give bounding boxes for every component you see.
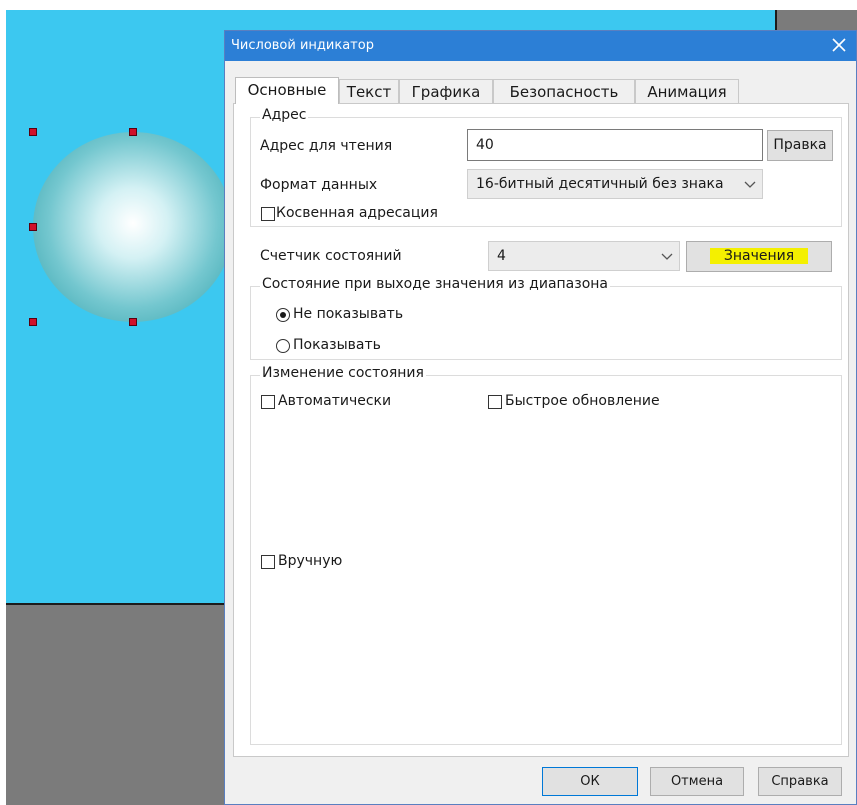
values-button-label: Значения [709, 248, 809, 264]
manual-label[interactable]: Вручную [278, 553, 342, 569]
auto-label[interactable]: Автоматически [278, 393, 391, 409]
state-counter-value: 4 [497, 248, 506, 264]
fast-update-label[interactable]: Быстрое обновление [505, 393, 660, 409]
radio-show-label[interactable]: Показывать [293, 337, 381, 353]
tab-main[interactable]: Основные [235, 77, 339, 104]
tab-panel-main: Адрес Адрес для чтения 40 Правка Формат … [233, 103, 849, 757]
radio-hide[interactable] [276, 308, 290, 322]
address-group-label: Адрес [260, 107, 309, 123]
selection-handle-bottom-left[interactable] [29, 318, 37, 326]
values-button[interactable]: Значения [686, 241, 832, 272]
fast-update-checkbox[interactable] [488, 395, 502, 409]
close-icon [832, 38, 846, 52]
data-format-select[interactable]: 16-битный десятичный без знака [467, 169, 763, 199]
tab-graphics[interactable]: Графика [399, 79, 493, 103]
selection-handle-top-center[interactable] [129, 128, 137, 136]
state-counter-label: Счетчик состояний [260, 248, 402, 264]
indirect-addressing-checkbox[interactable] [261, 207, 275, 221]
out-of-range-group-label: Состояние при выходе значения из диапазо… [260, 276, 610, 292]
edit-address-button[interactable]: Правка [767, 130, 833, 161]
selection-handle-middle-left[interactable] [29, 223, 37, 231]
dialog-titlebar[interactable]: Числовой индикатор [225, 31, 856, 61]
radio-show[interactable] [276, 339, 290, 353]
auto-checkbox[interactable] [261, 395, 275, 409]
indirect-addressing-label[interactable]: Косвенная адресация [276, 205, 438, 221]
chevron-down-icon [744, 181, 756, 188]
ok-button[interactable]: ОК [542, 767, 638, 796]
chevron-down-icon [661, 253, 673, 260]
dialog-title: Числовой индикатор [231, 38, 374, 53]
state-change-group-label: Изменение состояния [260, 365, 426, 381]
radio-hide-label[interactable]: Не показывать [293, 306, 403, 322]
help-button[interactable]: Справка [758, 767, 842, 796]
selection-handle-top-left[interactable] [29, 128, 37, 136]
manual-checkbox[interactable] [261, 555, 275, 569]
tab-text[interactable]: Текст [339, 79, 399, 103]
read-address-input[interactable]: 40 [467, 129, 763, 161]
tab-animation[interactable]: Анимация [635, 79, 739, 103]
close-button[interactable] [828, 34, 850, 56]
read-address-label: Адрес для чтения [260, 138, 393, 154]
state-counter-select[interactable]: 4 [488, 241, 680, 271]
tab-security[interactable]: Безопасность [493, 79, 635, 103]
selection-handle-bottom-center[interactable] [129, 318, 137, 326]
numeric-indicator-dialog: Числовой индикатор Основные Текст График… [224, 30, 857, 805]
sphere-indicator-object[interactable] [33, 132, 233, 322]
canvas-top-strip [0, 0, 857, 10]
data-format-value: 16-битный десятичный без знака [476, 176, 724, 192]
cancel-button[interactable]: Отмена [650, 767, 744, 796]
data-format-label: Формат данных [260, 177, 378, 193]
